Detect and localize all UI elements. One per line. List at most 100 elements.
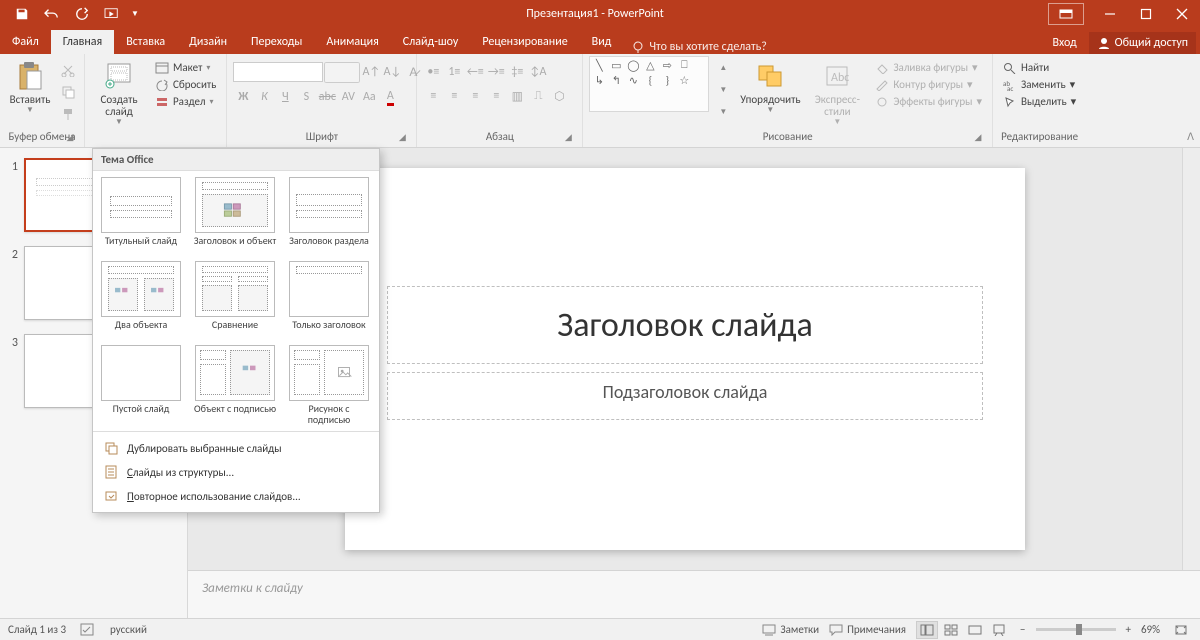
columns-button[interactable]: ▥	[507, 86, 527, 106]
shapes-row-up-button[interactable]: ▲	[713, 58, 733, 78]
align-right-button[interactable]: ≡	[465, 86, 485, 106]
view-normal-button[interactable]	[916, 621, 938, 639]
paste-button[interactable]: Вставить ▼	[6, 56, 54, 115]
spellcheck-indicator[interactable]	[80, 623, 96, 637]
sign-in-link[interactable]: Вход	[1044, 32, 1084, 54]
share-button[interactable]: Общий доступ	[1089, 32, 1196, 54]
justify-button[interactable]: ≡	[486, 86, 506, 106]
view-slideshow-button[interactable]	[988, 621, 1010, 639]
shapes-gallery[interactable]: ╲ ▭ ◯ △ ⇨ ⎕ ↳ ↰ ∿ { } ☆	[589, 56, 709, 112]
tab-design[interactable]: Дизайн	[177, 30, 239, 54]
font-color-button[interactable]: A	[380, 87, 400, 107]
clipboard-dialog-launcher[interactable]: ◢	[64, 132, 76, 144]
tab-home[interactable]: Главная	[51, 30, 114, 54]
smartart-button[interactable]: ⬡	[549, 86, 569, 106]
quick-styles-button[interactable]: Abc Экспресс-стили▼	[807, 56, 867, 127]
slide-counter[interactable]: Слайд 1 из 3	[8, 623, 66, 636]
format-painter-button[interactable]	[58, 104, 78, 124]
undo-button[interactable]	[38, 2, 66, 26]
italic-button[interactable]: К	[254, 87, 274, 107]
menu-duplicate-slides[interactable]: Дублировать выбранные слайды	[93, 436, 379, 460]
font-size-input[interactable]	[324, 62, 360, 83]
increase-indent-button[interactable]: →≡	[486, 62, 506, 82]
reset-button[interactable]: Сбросить	[151, 77, 220, 92]
shape-effects-button[interactable]: Эффекты фигуры ▾	[871, 94, 986, 109]
decrease-indent-button[interactable]: ←≡	[465, 62, 485, 82]
char-spacing-button[interactable]: AV	[338, 87, 358, 107]
title-placeholder[interactable]: Заголовок слайда	[387, 286, 983, 364]
drawing-dialog-launcher[interactable]: ◢	[972, 132, 984, 144]
ribbon-display-options-button[interactable]	[1048, 3, 1084, 25]
zoom-in-button[interactable]: +	[1126, 623, 1131, 636]
notes-pane[interactable]: Заметки к слайду	[188, 570, 1200, 618]
numbering-button[interactable]: 1≡	[444, 62, 464, 82]
tab-transitions[interactable]: Переходы	[239, 30, 314, 54]
layout-title-content[interactable]: Заголовок и объект	[193, 177, 277, 257]
section-button[interactable]: Раздел ▾	[151, 94, 220, 109]
layout-content-caption[interactable]: Объект с подписью	[193, 345, 277, 425]
font-name-input[interactable]	[233, 62, 323, 82]
strikethrough-button[interactable]: abc	[317, 87, 337, 107]
zoom-slider[interactable]	[1036, 628, 1116, 631]
view-sorter-button[interactable]	[940, 621, 962, 639]
collapse-ribbon-button[interactable]: ᐱ	[1187, 130, 1194, 143]
layout-two-content[interactable]: Два объекта	[99, 261, 183, 341]
shape-outline-button[interactable]: Контур фигуры ▾	[871, 77, 986, 92]
font-dialog-launcher[interactable]: ◢	[396, 132, 408, 144]
shapes-row-down-button[interactable]: ▼	[713, 80, 733, 100]
close-button[interactable]	[1164, 0, 1200, 28]
layout-section-header[interactable]: Заголовок раздела	[287, 177, 371, 257]
subtitle-placeholder[interactable]: Подзаголовок слайда	[387, 372, 983, 420]
align-text-button[interactable]: ⎍	[528, 86, 548, 106]
layout-blank[interactable]: Пустой слайд	[99, 345, 183, 425]
layout-comparison[interactable]: Сравнение	[193, 261, 277, 341]
minimize-button[interactable]	[1092, 0, 1128, 28]
layout-title-slide[interactable]: Титульный слайд	[99, 177, 183, 257]
cut-button[interactable]	[58, 60, 78, 80]
align-left-button[interactable]: ≡	[423, 86, 443, 106]
bold-button[interactable]: Ж	[233, 87, 253, 107]
notes-toggle[interactable]: Заметки	[762, 623, 819, 636]
shadow-button[interactable]: S	[296, 87, 316, 107]
menu-reuse-slides[interactable]: Повторное использование слайдов...	[93, 484, 379, 508]
zoom-out-button[interactable]: −	[1020, 623, 1025, 636]
align-center-button[interactable]: ≡	[444, 86, 464, 106]
save-button[interactable]	[8, 2, 36, 26]
paragraph-dialog-launcher[interactable]: ◢	[562, 132, 574, 144]
tab-view[interactable]: Вид	[580, 30, 624, 54]
arrange-button[interactable]: Упорядочить▼	[737, 56, 803, 115]
maximize-button[interactable]	[1128, 0, 1164, 28]
shape-fill-button[interactable]: Заливка фигуры ▾	[871, 60, 986, 75]
new-slide-button[interactable]: Создать слайд ▼	[91, 56, 147, 127]
tab-animations[interactable]: Анимация	[314, 30, 390, 54]
comments-toggle[interactable]: Примечания	[829, 623, 906, 636]
copy-button[interactable]	[58, 82, 78, 102]
qat-customize-button[interactable]: ▼	[128, 2, 142, 26]
change-case-button[interactable]: Aa	[359, 87, 379, 107]
line-spacing-button[interactable]: ‡≡	[507, 62, 527, 82]
text-direction-button[interactable]: ↕A	[528, 62, 548, 82]
tab-file[interactable]: Файл	[0, 30, 51, 54]
start-from-beginning-button[interactable]	[98, 2, 126, 26]
decrease-font-button[interactable]: A↓	[382, 62, 402, 82]
tab-insert[interactable]: Вставка	[114, 30, 177, 54]
increase-font-button[interactable]: A↑	[361, 62, 381, 82]
find-button[interactable]: Найти	[999, 60, 1080, 75]
shapes-more-button[interactable]: ▼	[713, 102, 733, 122]
underline-button[interactable]: Ч	[275, 87, 295, 107]
view-reading-button[interactable]	[964, 621, 986, 639]
tab-review[interactable]: Рецензирование	[470, 30, 579, 54]
select-button[interactable]: Выделить ▾	[999, 94, 1080, 109]
layout-picture-caption[interactable]: Рисунок с подписью	[287, 345, 371, 425]
tell-me-search[interactable]: Что вы хотите сделать?	[623, 40, 774, 54]
tab-slideshow[interactable]: Слайд-шоу	[391, 30, 471, 54]
language-indicator[interactable]: русский	[110, 623, 147, 636]
menu-slides-from-outline[interactable]: Слайды из структуры...	[93, 460, 379, 484]
bullets-button[interactable]: •≡	[423, 62, 443, 82]
vertical-scrollbar[interactable]	[1182, 148, 1200, 570]
layout-button[interactable]: Макет ▾	[151, 60, 220, 75]
fit-to-window-button[interactable]	[1170, 621, 1192, 639]
layout-title-only[interactable]: Только заголовок	[287, 261, 371, 341]
redo-button[interactable]	[68, 2, 96, 26]
replace-button[interactable]: abacЗаменить ▾	[999, 77, 1080, 92]
